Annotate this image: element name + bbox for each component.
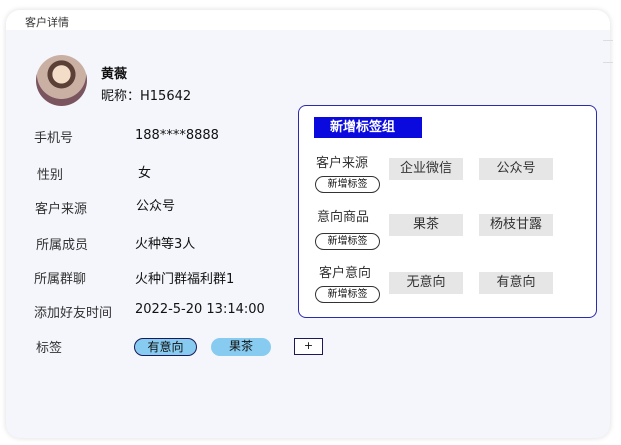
card-header: [6, 10, 610, 30]
members-label: 所属成员: [36, 238, 89, 253]
add-tag-button[interactable]: 新增标签: [315, 233, 380, 250]
phone-label: 手机号: [34, 131, 74, 146]
tag-group-label: 客户意向: [319, 266, 372, 281]
added-time-label: 添加好友时间: [34, 306, 113, 321]
added-time-value: 2022-5-20 13:14:00: [135, 302, 265, 317]
customer-nickname: 昵称：H15642: [101, 89, 192, 104]
divider: [603, 62, 613, 72]
tag-option[interactable]: 无意向: [389, 272, 463, 294]
window-title: 客户详情: [25, 16, 69, 29]
gender-value: 女: [138, 166, 152, 181]
group-chat-value: 火种门群福利群1: [135, 272, 235, 287]
tag-chip[interactable]: 果茶: [211, 338, 271, 356]
customer-name: 黄薇: [101, 67, 128, 82]
tag-option[interactable]: 企业微信: [389, 158, 463, 180]
tag-option[interactable]: 公众号: [479, 158, 553, 180]
add-tag-button[interactable]: 新增标签: [315, 176, 380, 193]
tag-option[interactable]: 果茶: [389, 214, 463, 236]
gender-label: 性别: [37, 168, 64, 183]
tag-chip[interactable]: 有意向: [134, 338, 197, 356]
tag-option[interactable]: 有意向: [479, 272, 553, 294]
avatar[interactable]: [36, 55, 87, 106]
add-tag-button[interactable]: 新增标签: [315, 286, 380, 303]
source-value: 公众号: [136, 199, 176, 214]
tag-option[interactable]: 杨枝甘露: [479, 214, 553, 236]
new-tag-group-button[interactable]: 新增标签组: [314, 117, 422, 138]
phone-value: 188****8888: [135, 128, 219, 143]
add-tag-button[interactable]: +: [294, 338, 323, 355]
members-value: 火种等3人: [135, 237, 196, 252]
source-label: 客户来源: [35, 202, 88, 217]
divider: [603, 40, 613, 50]
tag-group-label: 客户来源: [316, 156, 369, 171]
tag-group-label: 意向商品: [317, 210, 370, 225]
group-chat-label: 所属群聊: [34, 272, 87, 287]
tags-label: 标签: [36, 341, 63, 356]
